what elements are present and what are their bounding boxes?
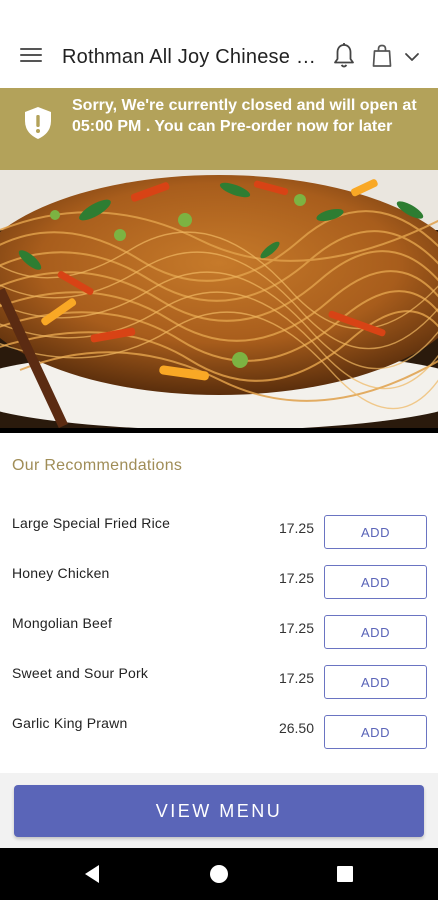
shield-alert-icon: [24, 106, 52, 140]
status-bar: [0, 0, 438, 28]
menu-item-name: Honey Chicken: [12, 565, 110, 581]
bell-icon[interactable]: [332, 42, 356, 70]
menu-item-price: 17.25: [278, 570, 314, 586]
menu-item-name: Large Special Fried Rice: [12, 515, 171, 531]
menu-item-row: Garlic King Prawn 26.50 ADD: [0, 715, 438, 765]
system-nav-bar: [0, 848, 438, 900]
restaurant-title: Rothman All Joy Chinese Restaurant: [62, 46, 322, 68]
closed-notice-message: Sorry, We're currently closed and will o…: [72, 97, 417, 135]
menu-item-price: 17.25: [278, 670, 314, 686]
recents-square-icon[interactable]: [337, 866, 353, 882]
menu-item-row: Large Special Fried Rice 17.25 ADD: [0, 515, 438, 565]
footer-bar: VIEW MENU: [0, 773, 438, 848]
app-bar: Rothman All Joy Chinese Restaurant: [0, 28, 438, 88]
menu-item-row: Mongolian Beef 17.25 ADD: [0, 615, 438, 665]
noodles-dish-photo: [0, 170, 438, 433]
add-to-cart-button[interactable]: ADD: [324, 715, 427, 749]
recommendations-section: Our Recommendations Large Special Fried …: [0, 433, 438, 773]
menu-item-price: 26.50: [278, 720, 314, 736]
menu-item-name: Sweet and Sour Pork: [12, 665, 149, 681]
add-to-cart-button[interactable]: ADD: [324, 615, 427, 649]
add-to-cart-button[interactable]: ADD: [324, 515, 427, 549]
menu-item-row: Sweet and Sour Pork 17.25 ADD: [0, 665, 438, 715]
menu-item-price: 17.25: [278, 520, 314, 536]
add-to-cart-button[interactable]: ADD: [324, 565, 427, 599]
menu-item-price: 17.25: [278, 620, 314, 636]
home-circle-icon[interactable]: [210, 865, 228, 883]
add-to-cart-button[interactable]: ADD: [324, 665, 427, 699]
menu-item-name: Mongolian Beef: [12, 615, 113, 631]
chevron-down-icon[interactable]: [404, 50, 420, 64]
back-triangle-icon[interactable]: [83, 864, 101, 884]
hamburger-menu-icon[interactable]: [20, 48, 42, 68]
shopping-bag-icon[interactable]: [372, 43, 392, 69]
view-menu-button[interactable]: VIEW MENU: [14, 785, 424, 837]
menu-item-row: Honey Chicken 17.25 ADD: [0, 565, 438, 615]
closed-notice-banner: Sorry, We're currently closed and will o…: [0, 88, 438, 170]
menu-item-name: Garlic King Prawn: [12, 715, 128, 731]
recommendations-title: Our Recommendations: [12, 457, 183, 474]
